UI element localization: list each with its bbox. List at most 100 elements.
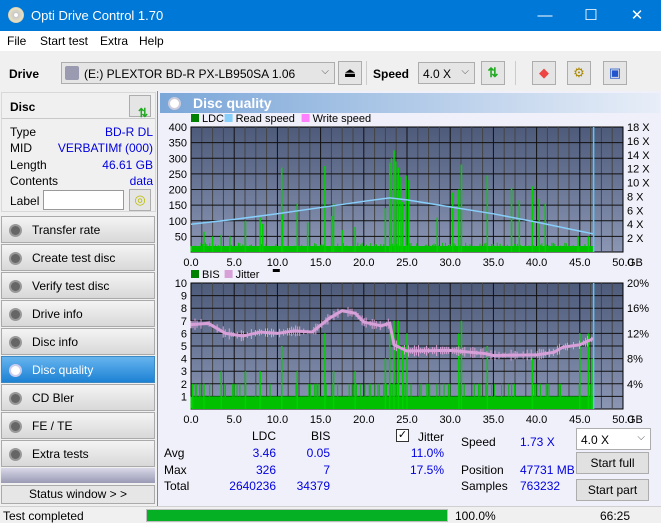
disc-icon: ◎ [134, 192, 146, 207]
x-tick-label: 5.0 [227, 414, 242, 426]
y-tick-label: 300 [169, 153, 187, 165]
disc-label-key: Label [10, 194, 40, 208]
progress-label: 100.0% [455, 509, 496, 523]
refresh-button[interactable]: ⇅ [481, 61, 505, 85]
disc-type-row: Type BD-R DL [10, 125, 153, 141]
avg-bis: 0.05 [306, 446, 330, 460]
menu-start-test[interactable]: Start test [40, 34, 88, 48]
x-tick-label: 35.0 [483, 257, 504, 269]
close-button[interactable]: ✕ [614, 0, 660, 31]
nav-transfer-rate[interactable]: Transfer rate [1, 216, 155, 243]
x-tick-label: 30.0 [439, 257, 460, 269]
disc-label-button[interactable]: ◎ [129, 189, 151, 211]
eraser-icon: ◆ [539, 65, 549, 80]
y2-tick-label: 2 X [627, 233, 644, 245]
nav-label: Disc quality [32, 363, 94, 377]
disc-refresh-button[interactable]: ⇅ [129, 95, 151, 120]
nav-cd-bler[interactable]: CD Bler [1, 384, 155, 411]
y2-tick-label: 20% [627, 278, 649, 290]
nav-verify-test-disc[interactable]: Verify test disc [1, 272, 155, 299]
app-disc-icon [8, 7, 24, 23]
nav-label: Transfer rate [32, 223, 101, 237]
y2-tick-label: 16 X [627, 136, 650, 148]
y-tick-label: 200 [169, 185, 187, 197]
y-tick-label: 8 [181, 303, 187, 315]
charts-area: 50 100 150 200 250 300 350 400 2 X 4 X 6 X 8 X10 X 1… [169, 113, 651, 426]
save-button[interactable]: ▣ [603, 61, 627, 85]
nav-disc-quality[interactable]: Disc quality [1, 356, 155, 383]
nav-extra-tests[interactable]: Extra tests [1, 440, 155, 467]
max-ldc: 326 [255, 463, 276, 477]
menu-help[interactable]: Help [139, 34, 164, 48]
disc-icon [9, 224, 22, 237]
nav-spacer [1, 468, 155, 483]
status-window-button[interactable]: Status window > > [1, 485, 155, 504]
disc-icon [9, 308, 22, 321]
menu-file[interactable]: File [7, 34, 26, 48]
disc-mid-row: MID VERBATIMf (000) [10, 141, 153, 157]
status-bar: Test completed 100.0% 66:25 [0, 506, 661, 523]
y2-tick-label: 4% [627, 379, 643, 391]
disc-type-value: BD-R DL [104, 125, 153, 139]
disc-icon [168, 97, 181, 110]
drive-select[interactable]: (E:) PLEXTOR BD-R PX-LB950SA 1.06 ⌵ [61, 62, 335, 84]
nav-create-test-disc[interactable]: Create test disc [1, 244, 155, 271]
bis-column-header: BIS [311, 429, 331, 443]
settings-button[interactable]: ⚙ [567, 61, 591, 85]
eject-button[interactable]: ⏏ [338, 61, 362, 85]
y2-tick-label: 12 X [627, 164, 650, 176]
legend-swatch [224, 114, 233, 122]
test-speed-select[interactable]: 4.0 X ⌵ [576, 428, 651, 450]
chevron-down-icon: ⌵ [461, 66, 469, 77]
avg-label: Avg [164, 446, 185, 460]
speed-stat-value: 1.73 X [520, 435, 555, 449]
status-text: Test completed [3, 509, 84, 523]
disc-type-key: Type [10, 125, 37, 139]
nav-disc-info[interactable]: Disc info [1, 328, 155, 355]
disc-panel-header: Disc ⇅ [2, 93, 155, 120]
y2-tick-label: 8% [627, 354, 643, 366]
x-tick-label: 35.0 [483, 414, 504, 426]
floppy-disk-icon: ▣ [608, 65, 622, 80]
y-tick-label: 150 [169, 200, 187, 212]
panel-header: Disc quality [160, 93, 660, 113]
swap-arrows-icon: ⇅ [487, 65, 499, 80]
disc-label-input[interactable] [43, 190, 124, 210]
x-tick-label: 25.0 [396, 257, 417, 269]
total-bis: 34379 [296, 479, 330, 493]
max-label: Max [164, 463, 187, 477]
test-speed-value: 4.0 X [581, 433, 610, 447]
total-ldc: 2640236 [229, 479, 276, 493]
samples-label: Samples [461, 479, 508, 493]
disc-icon [9, 336, 22, 349]
jitter-checkbox[interactable]: ✓ [396, 429, 409, 442]
legend-marker [272, 269, 280, 272]
nav-label: Extra tests [32, 447, 89, 461]
minimize-button[interactable]: — [522, 0, 568, 31]
toolbar-divider [515, 61, 516, 85]
nav-fe-te[interactable]: FE / TE [1, 412, 155, 439]
nav-label: FE / TE [32, 419, 73, 433]
x-tick-label: 40.0 [526, 257, 547, 269]
max-bis: 7 [323, 463, 330, 477]
eject-icon: ⏏ [343, 65, 357, 80]
erase-button[interactable]: ◆ [532, 61, 556, 85]
nav-drive-info[interactable]: Drive info [1, 300, 155, 327]
title-bar: Opti Drive Control 1.70 — ☐ ✕ [0, 0, 661, 31]
start-full-button[interactable]: Start full [576, 452, 649, 474]
disc-mid-value: VERBATIMf (000) [57, 141, 153, 155]
nav-label: Create test disc [32, 251, 116, 265]
samples-value: 763232 [520, 479, 561, 493]
disc-icon [9, 420, 22, 433]
speed-label: Speed [373, 67, 410, 81]
jitter-label: Jitter [418, 430, 445, 444]
y-tick-label: 100 [169, 216, 187, 228]
menu-extra[interactable]: Extra [100, 34, 128, 48]
maximize-button[interactable]: ☐ [568, 0, 614, 31]
y-tick-label: 50 [175, 231, 187, 243]
speed-select[interactable]: 4.0 X ⌵ [418, 62, 475, 84]
progress-fill [147, 510, 447, 521]
disc-quality-panel: Disc quality 50 100 150 200 250 300 350 400 2 X 4… [157, 91, 661, 506]
start-part-button[interactable]: Start part [576, 479, 649, 501]
x-tick-label: 30.0 [439, 414, 460, 426]
